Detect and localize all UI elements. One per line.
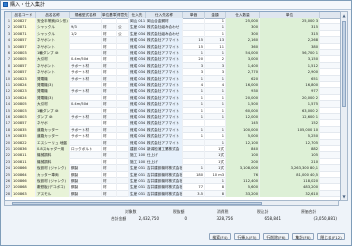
app-icon bbox=[3, 2, 8, 7]
cell-name[interactable]: アスモル bbox=[36, 190, 70, 198]
totals-panel: 対象数 税抜額 消費税 税込計 原価合計 合計金額 2,432,750 0 32… bbox=[111, 209, 341, 225]
cell-amount[interactable]: 33,200 bbox=[226, 190, 260, 198]
title-bar: 購入・仕入集計 bbox=[1, 1, 351, 10]
cell-sup-name[interactable]: 吉井建設機材株式会社 bbox=[146, 190, 183, 198]
totals-label: 合計金額 bbox=[111, 216, 127, 221]
cell-qty[interactable]: 8 bbox=[205, 190, 226, 198]
table-row[interactable]: 28 100863 アスモル 鋼製材 生産 031 吉井建設機材株式会社 3.5 8 33,20… bbox=[5, 190, 340, 198]
cell-code[interactable]: 100863 bbox=[12, 190, 36, 198]
scroll-down-arrow-icon[interactable]: ▼ bbox=[341, 193, 347, 200]
window-title: 購入・仕入集計 bbox=[10, 2, 46, 8]
cell-sup[interactable]: 生産 031 bbox=[129, 190, 146, 198]
totals-header-sum: 税抜額 bbox=[173, 209, 185, 214]
data-grid[interactable]: 品名コード品名名称規格型式名称単位基準得意先コード仕入先仕入先名称単価金額仕入数… bbox=[4, 11, 341, 201]
scroll-thumb[interactable] bbox=[342, 21, 346, 107]
search-button[interactable]: 検索(F4) bbox=[209, 233, 231, 240]
cell-spec[interactable]: 鋼製 bbox=[70, 190, 102, 198]
close-button[interactable]: 閉じる(F12) bbox=[317, 233, 345, 240]
totals-header-count: 対象数 bbox=[125, 209, 137, 214]
aggregate-button[interactable]: 集計(F8) bbox=[292, 233, 314, 240]
insert-row-button[interactable]: 行挿入(F5) bbox=[234, 233, 260, 240]
cell-unit[interactable]: 材 bbox=[102, 190, 117, 198]
app-window: 購入・仕入集計 品名コード品名名称規格型式名称単位基準得意先コード仕入先仕入先名… bbox=[0, 0, 352, 246]
scroll-up-arrow-icon[interactable]: ▲ bbox=[341, 12, 347, 19]
horizontal-scrollbar[interactable] bbox=[4, 200, 339, 206]
totals-header-tax: 消費税 bbox=[217, 209, 229, 214]
delete-row-button[interactable]: 行削除(F6) bbox=[263, 233, 289, 240]
cell-price[interactable]: 3.5 bbox=[183, 190, 205, 198]
totals-header-total: 税込計 bbox=[257, 209, 269, 214]
totals-header-cost: 原価合計 bbox=[301, 209, 317, 214]
row-number[interactable]: 28 bbox=[5, 190, 12, 198]
totals-sum-value: 0 bbox=[184, 216, 187, 221]
cell-total[interactable]: 32,610 bbox=[260, 190, 320, 198]
cell-sup-code[interactable] bbox=[117, 190, 129, 198]
totals-count-value: 2,432,750 bbox=[138, 216, 159, 221]
totals-total-value: 658,841 bbox=[264, 216, 281, 221]
totals-cost-value: (3,050,881) bbox=[313, 216, 337, 221]
horizontal-scroll-thumb[interactable] bbox=[12, 202, 262, 205]
totals-tax-value: 328,756 bbox=[216, 216, 233, 221]
vertical-scrollbar[interactable]: ▲ ▼ bbox=[340, 11, 348, 201]
